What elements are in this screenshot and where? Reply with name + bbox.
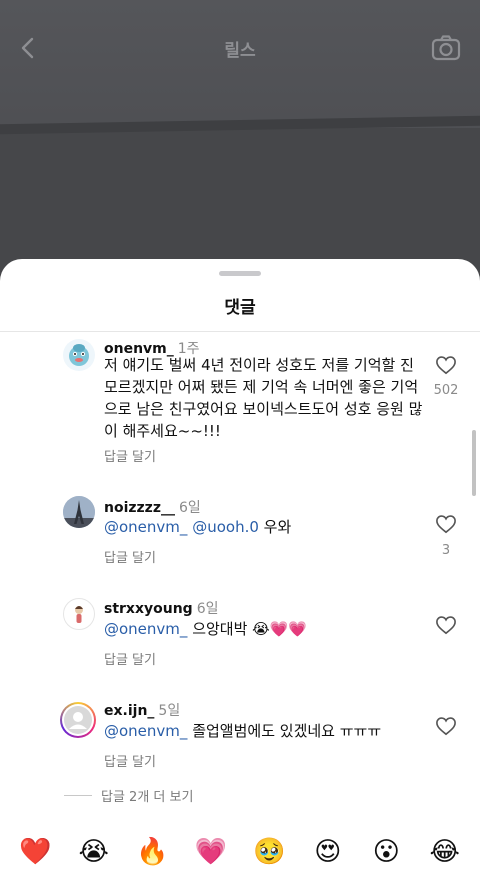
comment-text: @onenvm_ 으앙대박 😭💗💗 (104, 618, 424, 640)
eiffel-tower-avatar-icon (63, 496, 95, 528)
mention-link[interactable]: @onenvm_ (104, 518, 187, 536)
comment-username[interactable]: ex.ijn_ (104, 703, 154, 719)
comment-text: @onenvm_ 졸업앨범에도 있겠네요 ㅠㅠㅠ (104, 720, 424, 742)
hangyodon-avatar-icon (69, 344, 89, 366)
comment-time: 6일 (178, 500, 201, 516)
avatar[interactable] (63, 598, 95, 630)
more-replies-line (64, 795, 92, 796)
view-more-replies-button[interactable]: 답글 2개 더 보기 (101, 786, 193, 805)
mention-link[interactable]: @onenvm_ (104, 722, 187, 740)
divider (0, 331, 480, 332)
like-button[interactable] (435, 355, 457, 375)
heart-icon (436, 515, 456, 534)
comment-body: 우와 (263, 518, 292, 536)
heart-eyes-emoji-button[interactable]: 😍 (308, 837, 348, 867)
scrollbar[interactable] (472, 430, 476, 496)
avatar-inner (62, 704, 94, 736)
default-profile-icon (64, 706, 92, 734)
like-button[interactable] (435, 716, 457, 736)
heart-icon (436, 616, 456, 635)
top-bar: 릴스 (0, 0, 480, 96)
emoji-reaction-bar: ❤️ 😭 🔥 💗 🥹 😍 😮 😂 (0, 824, 480, 880)
back-button[interactable] (14, 34, 42, 62)
comment-body: 졸업앨범에도 있겠네요 ㅠㅠㅠ (192, 722, 382, 740)
comment-username[interactable]: strxxyoung (104, 601, 193, 617)
fire-emoji-button[interactable]: 🔥 (132, 837, 172, 867)
comment-text: 저 얘기도 벌써 4년 전이라 성호도 저를 기억할 진 모르겠지만 어쩌 됐든… (104, 356, 423, 440)
like-count: 502 (433, 383, 459, 398)
comment-time: 6일 (196, 601, 219, 617)
heart-emoji-button[interactable]: ❤️ (15, 837, 55, 867)
page-title: 릴스 (224, 41, 256, 61)
sheet-title: 댓글 (224, 298, 256, 318)
like-count: 3 (441, 543, 451, 558)
like-button[interactable] (435, 514, 457, 534)
camera-icon (431, 35, 461, 61)
reply-button[interactable]: 답글 달기 (104, 547, 156, 566)
camera-button[interactable] (430, 32, 462, 64)
comment-text: @onenvm_ @uooh.0 우와 (104, 516, 424, 538)
holding-tears-emoji-button[interactable]: 🥹 (249, 837, 289, 867)
surprised-emoji-button[interactable]: 😮 (366, 837, 406, 867)
avatar[interactable] (63, 496, 95, 528)
reply-button[interactable]: 답글 달기 (104, 649, 156, 668)
comment-time: 5일 (158, 703, 181, 719)
heart-icon (436, 717, 456, 736)
reply-button[interactable]: 답글 달기 (104, 751, 156, 770)
chevron-left-icon (21, 37, 34, 59)
comment-body: 으앙대박 😭💗💗 (192, 620, 308, 638)
avatar[interactable] (63, 339, 95, 371)
mention-link[interactable]: @uooh.0 (192, 518, 259, 536)
laughing-emoji-button[interactable]: 😂 (425, 837, 465, 867)
heart-icon (436, 356, 456, 375)
crying-emoji-button[interactable]: 😭 (74, 837, 114, 867)
like-button[interactable] (435, 615, 457, 635)
character-avatar-icon (75, 606, 83, 623)
pink-heart-emoji-button[interactable]: 💗 (191, 837, 231, 867)
comment-username[interactable]: noizzzz__ (104, 500, 175, 516)
avatar[interactable] (60, 702, 96, 738)
mention-link[interactable]: @onenvm_ (104, 620, 187, 638)
drag-handle[interactable] (219, 271, 261, 276)
reply-button[interactable]: 답글 달기 (104, 446, 156, 465)
